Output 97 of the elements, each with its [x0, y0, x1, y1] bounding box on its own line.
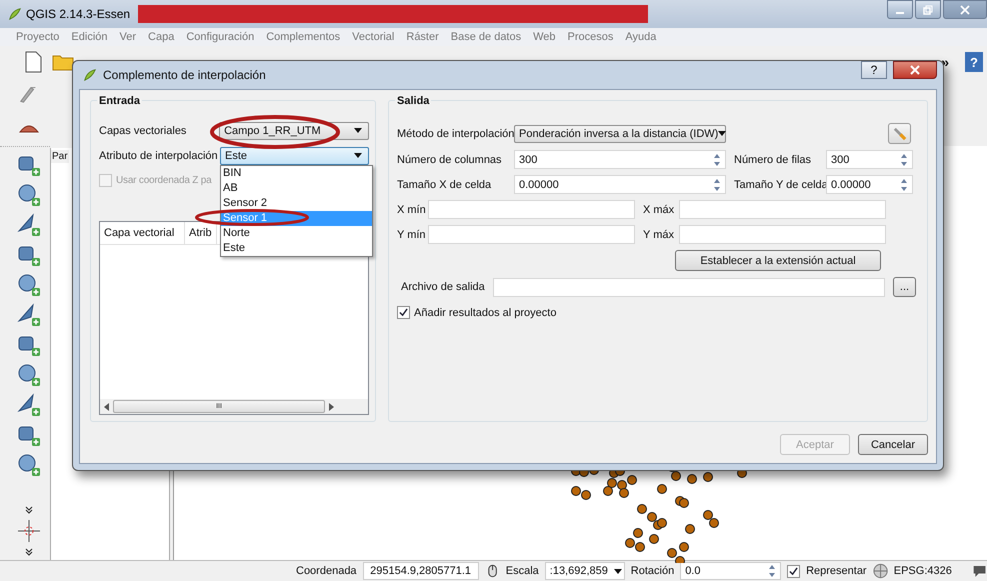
column-header[interactable]: Atrib	[185, 222, 217, 244]
field-label: Número de columnas	[397, 154, 503, 166]
close-icon	[910, 65, 920, 75]
menu-item[interactable]: Complementos	[266, 31, 340, 43]
menu-item[interactable]: Base de datos	[450, 31, 522, 43]
field-label: Archivo de salida	[400, 281, 486, 293]
render-label: Representar	[806, 565, 867, 577]
field-label: Tamaño X de celda	[397, 178, 492, 190]
settings-button[interactable]	[888, 123, 911, 144]
leaf-logo-icon	[8, 7, 22, 21]
x-max-field[interactable]	[679, 200, 886, 219]
spin-arrows-icon	[713, 152, 721, 166]
dropdown-option[interactable]: AB	[221, 181, 372, 196]
minimize-button[interactable]	[887, 0, 913, 19]
menu-item[interactable]: Proyecto	[16, 31, 60, 43]
close-icon	[960, 4, 970, 14]
minimize-icon	[896, 12, 904, 14]
caret-icon	[718, 131, 726, 136]
add-layer-icon[interactable]	[17, 303, 41, 327]
cell-size-y-spinbox[interactable]: 0.00000	[826, 175, 913, 194]
cell-size-x-spinbox[interactable]: 0.00000	[514, 175, 726, 194]
dropdown-option[interactable]: Este	[221, 241, 372, 256]
rotation-label: Rotación	[630, 565, 674, 577]
add-results-checkbox[interactable]	[397, 306, 410, 319]
spin-arrows-icon	[768, 564, 776, 578]
columns-spinbox[interactable]: 300	[514, 150, 726, 169]
rotation-spinbox[interactable]: 0.0	[680, 562, 782, 580]
y-max-field[interactable]	[679, 225, 886, 244]
menu-item[interactable]: Configuración	[186, 31, 254, 43]
expand-chevron-icon[interactable]	[25, 506, 33, 514]
right-arrow-icon[interactable]	[329, 402, 334, 410]
scale-dropdown[interactable]: :13,692,859	[544, 562, 625, 580]
coordinate-field[interactable]: 295154.9,2805771.1	[362, 562, 479, 580]
menu-item[interactable]: Procesos	[568, 31, 614, 43]
y-min-field[interactable]	[428, 225, 635, 244]
restore-button[interactable]	[915, 0, 941, 19]
menu-item[interactable]: Vectorial	[352, 31, 394, 43]
crs-label[interactable]: EPSG:4326	[894, 565, 952, 577]
scale-label: Escala	[506, 565, 539, 577]
group-title: Entrada	[97, 95, 142, 107]
checkbox-label: Usar coordenada Z pa	[116, 175, 212, 186]
window-title: QGIS 2.14.3-Essen	[26, 7, 130, 21]
field-label: Y mín	[397, 228, 424, 240]
field-label: X máx	[642, 204, 675, 216]
expand-chevron-icon[interactable]	[25, 548, 33, 556]
layer-dropdown[interactable]: Campo 1_RR_UTM	[219, 122, 369, 140]
add-layer-icon[interactable]	[17, 453, 41, 477]
rows-spinbox[interactable]: 300	[826, 150, 913, 169]
column-header[interactable]: Capa vectorial	[100, 222, 185, 244]
spin-arrows-icon	[713, 178, 721, 192]
left-arrow-icon[interactable]	[104, 402, 109, 410]
coordinate-label: Coordenada	[296, 565, 357, 577]
group-title: Salida	[395, 95, 432, 107]
help-button[interactable]: ?	[965, 52, 983, 72]
chat-bubble-icon[interactable]	[972, 563, 987, 579]
method-dropdown[interactable]: Ponderación inversa a la distancia (IDW)	[514, 124, 726, 142]
spin-arrows-icon	[900, 152, 908, 166]
checkbox-label: Añadir resultados al proyecto	[414, 306, 556, 318]
menu-item[interactable]: Capa	[148, 31, 174, 43]
restore-icon	[923, 4, 933, 14]
panel-tab[interactable]: Par	[51, 150, 69, 163]
attribute-dropdown[interactable]: Este	[220, 146, 369, 164]
add-layer-icon[interactable]	[17, 393, 41, 417]
add-layer-icon[interactable]	[17, 363, 41, 387]
field-label: Atributo de interpolación	[99, 150, 216, 162]
help-button[interactable]: ?	[861, 61, 887, 79]
wrench-icon	[892, 126, 907, 141]
menu-item[interactable]: Ayuda	[625, 31, 656, 43]
menu-item[interactable]: Web	[533, 31, 556, 43]
dialog-title: Complemento de interpolación	[103, 68, 266, 82]
set-extent-button[interactable]: Establecer a la extensión actual	[675, 250, 881, 271]
menu-item[interactable]: Edición	[71, 31, 108, 43]
spin-arrows-icon	[900, 178, 908, 192]
x-min-field[interactable]	[428, 200, 635, 219]
field-label: Número de filas	[733, 154, 812, 166]
field-label: X mín	[397, 204, 424, 216]
add-layer-icon[interactable]	[17, 183, 41, 207]
dropdown-option[interactable]: Norte	[221, 226, 372, 241]
dialog-button[interactable]: Cancelar	[858, 434, 928, 455]
crosshair-icon[interactable]	[18, 520, 40, 542]
add-layer-icon[interactable]	[17, 273, 41, 297]
leaf-logo-icon	[83, 68, 97, 82]
globe-icon[interactable]	[872, 563, 888, 579]
field-label: Y máx	[642, 228, 675, 240]
caret-icon	[354, 128, 362, 133]
render-checkbox[interactable]	[787, 564, 800, 578]
menu-item[interactable]: Ráster	[406, 31, 439, 43]
dropdown-option[interactable]: BIN	[221, 166, 372, 181]
output-file-field[interactable]	[493, 278, 885, 296]
dropdown-option[interactable]: Sensor 2	[221, 196, 372, 211]
close-button[interactable]	[893, 61, 937, 79]
menu-item[interactable]: Ver	[120, 31, 136, 43]
caret-icon	[354, 153, 362, 158]
add-layer-icon[interactable]	[17, 213, 41, 237]
browse-button[interactable]: ...	[893, 277, 916, 297]
field-label: Capas vectoriales	[99, 124, 188, 136]
caret-icon	[614, 568, 622, 574]
